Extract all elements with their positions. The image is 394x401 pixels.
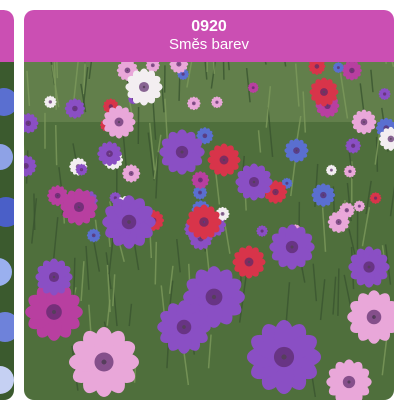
product-photo-previous [0,62,14,400]
product-name: Směs barev [168,36,250,53]
product-card[interactable]: 0920 Směs barev [24,10,394,400]
product-photo [24,62,394,400]
blue-cornflowers-image [0,62,14,400]
card-header-previous [0,10,14,62]
cornflower-mix-photo [24,62,394,400]
card-header: 0920 Směs barev [24,10,394,62]
product-card-previous[interactable] [0,10,14,400]
product-code: 0920 [191,18,227,35]
